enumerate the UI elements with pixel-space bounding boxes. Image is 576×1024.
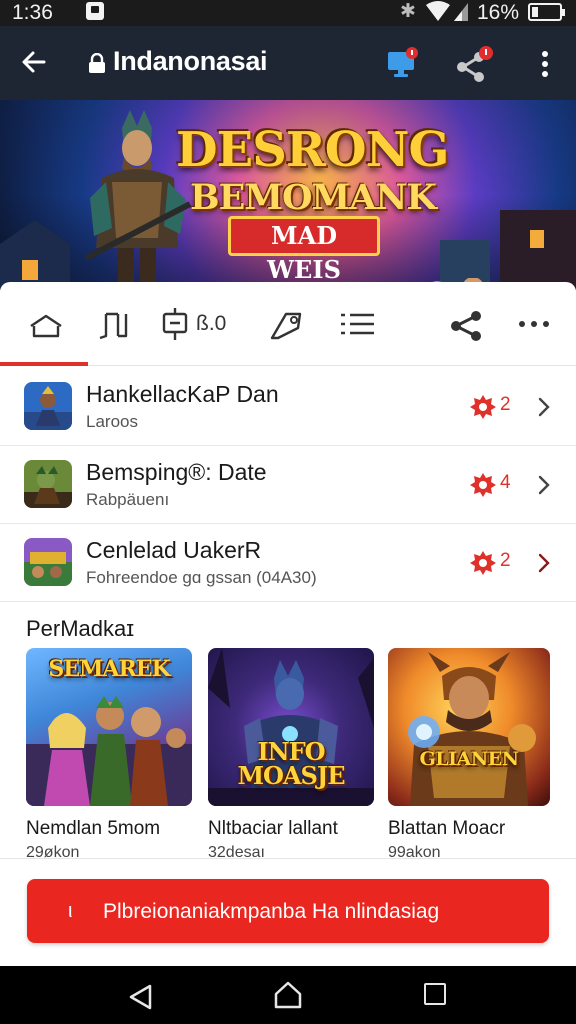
item-thumbnail	[24, 538, 72, 586]
item-subtitle: Fohreendoe gɑ gssan (04A30)	[86, 568, 317, 587]
tab-tag[interactable]	[268, 304, 308, 344]
rating-icon	[162, 308, 188, 340]
item-subtitle: Rabpäuenı	[86, 490, 170, 509]
tag-icon	[270, 312, 302, 340]
back-arrow-icon[interactable]	[18, 46, 50, 78]
card-title: Blattan Moacr	[388, 818, 506, 839]
active-tab-indicator	[0, 362, 88, 366]
primary-cta-button[interactable]: ι Plbreionaniakmpanba Ha nlindasiag	[27, 879, 549, 943]
item-count: 2	[500, 550, 511, 571]
item-subtitle: Laroos	[86, 412, 138, 431]
tab-home[interactable]	[28, 304, 64, 344]
banner-title-line3: MAD WEIS	[228, 216, 380, 284]
item-count: 4	[500, 472, 511, 493]
list-item[interactable]: HankellacKaP Dan Laroos 2	[0, 368, 576, 446]
card-art-title: GLIANEN	[419, 748, 519, 770]
card-title: Nemdlan 5mom	[26, 818, 161, 839]
book-icon	[99, 312, 128, 340]
item-title: HankellacKaP Dan	[86, 381, 279, 407]
section-title: PerMadkaɪ	[26, 616, 135, 641]
nav-back-icon[interactable]	[126, 983, 156, 1011]
action-tabs: ß.0	[0, 282, 576, 366]
tab-rating[interactable]: ß.0	[160, 304, 244, 344]
card-figures	[408, 652, 536, 806]
item-count: 2	[500, 394, 511, 415]
card-art-title: INFO MOASJE	[237, 737, 345, 790]
card-art: GLIANEN	[388, 648, 550, 806]
item-list: HankellacKaP Dan Laroos 2 Bemsping®: Dat…	[0, 368, 576, 602]
cta-leading-mark: ι	[68, 900, 73, 922]
lock-icon	[89, 53, 105, 73]
tab-book[interactable]	[96, 304, 132, 344]
more-vert-icon[interactable]	[534, 48, 556, 80]
content-sheet: ß.0 HankellacKaP Dan Laroos 2 Bemsping®:…	[0, 282, 576, 966]
card-art: INFO MOASJE	[208, 648, 374, 806]
chevron-right-icon	[538, 553, 550, 573]
home-icon	[30, 314, 62, 338]
page-title: Indanonasai	[113, 46, 268, 76]
nav-home-icon[interactable]	[272, 980, 304, 1010]
status-bar: 1:36 ✱ 16%	[0, 0, 576, 26]
status-time: 1:36	[12, 1, 53, 24]
wifi-icon	[426, 1, 468, 21]
cast-icon[interactable]	[386, 47, 420, 81]
gear-badge-icon	[470, 473, 496, 497]
chevron-right-icon	[538, 475, 550, 495]
notification-icon	[86, 2, 104, 20]
list-item[interactable]: Bemsping®: Date Rabpäuenı 4	[0, 446, 576, 524]
nav-recent-apps-icon[interactable]	[424, 983, 446, 1005]
bluetooth-icon: ✱	[400, 1, 416, 22]
item-title: Cenlelad UakerR	[86, 537, 262, 563]
banner-title-line2: BEMOMANK	[190, 177, 437, 218]
list-item[interactable]: Cenlelad UakerR Fohreendoe gɑ gssan (04A…	[0, 524, 576, 602]
banner-title-line1: DESRONG	[176, 122, 449, 178]
share-icon	[451, 311, 481, 341]
item-thumbnail	[24, 382, 72, 430]
rating-value: ß.0	[196, 312, 227, 335]
tab-more[interactable]	[516, 304, 554, 344]
item-thumbnail	[24, 460, 72, 508]
card-art-title: SEMAREK	[48, 656, 170, 682]
tab-share[interactable]	[450, 304, 484, 344]
battery-icon	[528, 3, 565, 21]
gear-badge-icon	[470, 395, 496, 419]
chevron-right-icon	[538, 397, 550, 417]
card-art: SEMAREK	[26, 648, 192, 806]
system-nav-bar	[0, 966, 576, 1024]
more-horiz-icon	[519, 321, 549, 327]
card-row: SEMAREK Nemdlan 5mom 29økon INFO MOASJE	[0, 648, 576, 862]
hero-banner[interactable]: DESRONG BEMOMANK MAD WEIS	[0, 100, 576, 290]
tab-list[interactable]	[338, 304, 378, 344]
card-title: Nltbaciar lallant	[208, 818, 338, 839]
share-icon[interactable]	[455, 45, 495, 83]
app-bar: Indanonasai	[0, 26, 576, 100]
gear-badge-icon	[470, 551, 496, 575]
item-title: Bemsping®: Date	[86, 459, 267, 485]
cta-label: Plbreionaniakmpanba Ha nlindasiag	[103, 900, 440, 923]
cta-bar: ι Plbreionaniakmpanba Ha nlindasiag	[0, 858, 576, 966]
list-icon	[341, 313, 374, 335]
battery-percent: 16%	[477, 1, 520, 24]
